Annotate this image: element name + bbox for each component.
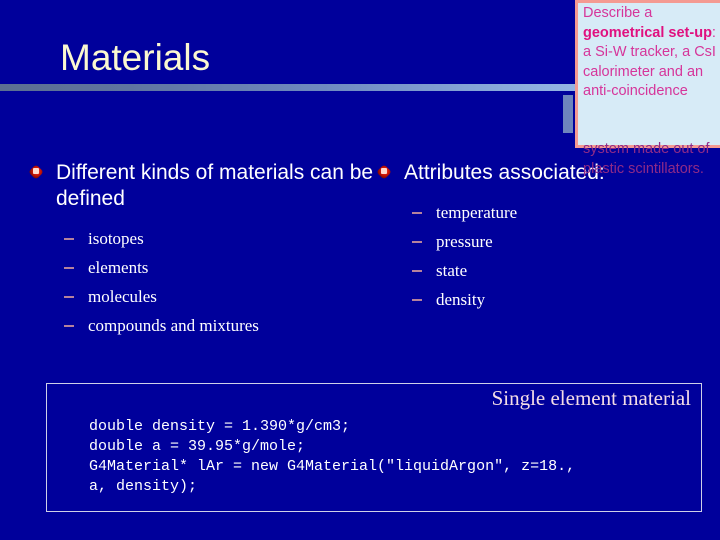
list-item-label: elements <box>88 258 149 277</box>
list-item-label: compounds and mixtures <box>88 316 259 335</box>
dash-bullet-icon <box>412 241 422 243</box>
list-item-label: isotopes <box>88 229 144 248</box>
left-sublist: isotopes elements molecules compounds an… <box>26 224 378 340</box>
list-item-label: temperature <box>436 203 518 222</box>
dash-bullet-icon <box>64 296 74 298</box>
code-snippet: double density = 1.390*g/cm3; double a =… <box>89 418 576 495</box>
code-caption: Single element material <box>491 386 691 410</box>
list-item: temperature <box>374 198 704 227</box>
red-gem-bullet-icon <box>28 164 44 180</box>
list-item: pressure <box>374 227 704 256</box>
dash-bullet-icon <box>64 267 74 269</box>
content-column-left: Different kinds of materials can be defi… <box>26 160 378 340</box>
slide-canvas: Materials Different kinds of materials c… <box>0 0 720 540</box>
left-column-heading: Different kinds of materials can be defi… <box>26 160 378 212</box>
code-example-box: Single element material double density =… <box>46 383 702 512</box>
callout-side-strip <box>563 95 573 133</box>
list-item-label: state <box>436 261 468 280</box>
list-item: molecules <box>26 282 378 311</box>
list-item: elements <box>26 253 378 282</box>
callout-note[interactable]: Describe a geometrical set-up: a Si-W tr… <box>575 0 720 200</box>
list-item-label: density <box>436 290 486 309</box>
page-title: Materials <box>60 37 211 78</box>
callout-emphasis: geometrical set-up <box>583 24 712 41</box>
dash-bullet-icon <box>412 212 422 214</box>
left-heading-text: Different kinds of materials can be defi… <box>56 161 374 210</box>
dash-bullet-icon <box>412 299 422 301</box>
right-sublist: temperature pressure state density <box>374 198 704 314</box>
list-item-label: pressure <box>436 232 493 251</box>
callout-lead: Describe a <box>583 5 653 21</box>
callout-overflow-text: system made out of plastic scintillators… <box>583 141 710 177</box>
red-gem-bullet-icon <box>376 164 392 180</box>
dash-bullet-icon <box>64 325 74 327</box>
list-item: state <box>374 256 704 285</box>
list-item: isotopes <box>26 224 378 253</box>
list-item-label: molecules <box>88 287 157 306</box>
list-item: compounds and mixtures <box>26 311 378 340</box>
callout-text: Describe a geometrical set-up: a Si-W tr… <box>583 4 720 102</box>
dash-bullet-icon <box>412 270 422 272</box>
list-item: density <box>374 285 704 314</box>
dash-bullet-icon <box>64 238 74 240</box>
